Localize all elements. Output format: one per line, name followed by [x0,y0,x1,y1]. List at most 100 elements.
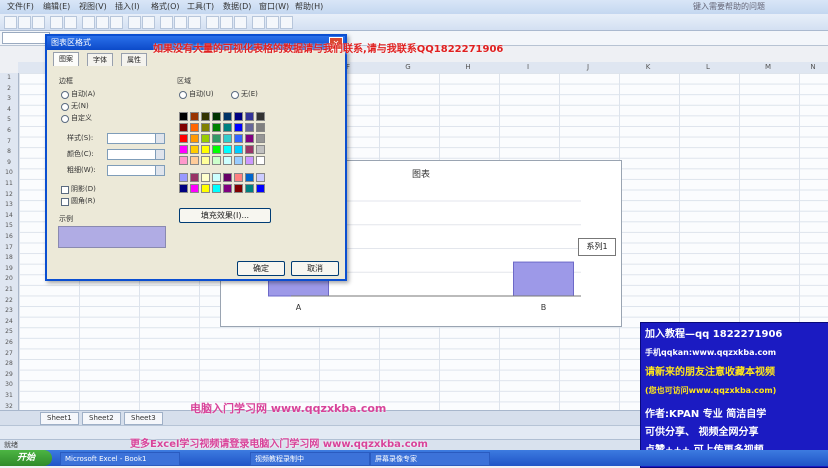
color-swatch[interactable] [179,173,188,182]
menu-insert[interactable]: 插入(I) [112,1,143,13]
color-swatch[interactable] [212,145,221,154]
color-swatch[interactable] [223,145,232,154]
chevron-down-icon[interactable] [155,165,165,176]
row-header[interactable]: 31 [0,391,18,401]
line-style-select[interactable] [107,133,157,144]
color-swatch[interactable] [179,145,188,154]
menu-file[interactable]: 文件(F) [4,1,37,13]
menu-view[interactable]: 视图(V) [76,1,110,13]
color-swatch[interactable] [245,156,254,165]
row-header[interactable]: 18 [0,253,18,263]
bold-icon[interactable] [206,16,219,29]
color-swatch[interactable] [190,145,199,154]
row-header[interactable]: 2 [0,84,18,94]
chevron-down-icon[interactable] [155,149,165,160]
tab-patterns[interactable]: 图案 [53,52,79,66]
sum-icon[interactable] [160,16,173,29]
row-header[interactable]: 23 [0,306,18,316]
color-swatch[interactable] [212,156,221,165]
color-swatch[interactable] [245,112,254,121]
cut-icon[interactable] [82,16,95,29]
color-swatch[interactable] [212,123,221,132]
column-header[interactable]: I [498,62,558,73]
row-header[interactable]: 1 [0,73,18,83]
menu-window[interactable]: 窗口(W) [256,1,292,13]
color-swatch[interactable] [190,173,199,182]
cancel-button[interactable]: 取消 [291,261,339,276]
color-swatch[interactable] [201,134,210,143]
area-auto-radio[interactable] [179,91,187,99]
color-swatch[interactable] [256,173,265,182]
color-swatch[interactable] [245,134,254,143]
name-box[interactable] [2,32,50,44]
menu-help[interactable]: 帮助(H) [292,1,326,13]
row-header[interactable]: 27 [0,349,18,359]
color-swatch[interactable] [212,112,221,121]
color-swatch[interactable] [245,173,254,182]
column-header[interactable]: L [678,62,738,73]
paste-icon[interactable] [110,16,123,29]
taskbar-item[interactable]: 视频教程录制中 [250,452,370,466]
color-swatch[interactable] [223,156,232,165]
chart-legend[interactable]: 系列1 [578,238,616,256]
align-left-icon[interactable] [252,16,265,29]
column-header[interactable]: J [558,62,618,73]
row-header[interactable]: 4 [0,105,18,115]
color-swatch[interactable] [201,184,210,193]
color-swatch[interactable] [256,112,265,121]
italic-icon[interactable] [220,16,233,29]
color-swatch[interactable] [179,156,188,165]
ok-button[interactable]: 确定 [237,261,285,276]
redo-icon[interactable] [142,16,155,29]
chart-wizard-icon[interactable] [188,16,201,29]
row-header[interactable]: 14 [0,211,18,221]
color-swatch[interactable] [179,184,188,193]
fill-effects-button[interactable]: 填充效果(I)... [179,208,271,223]
color-swatch[interactable] [212,184,221,193]
line-color-select[interactable] [107,149,157,160]
align-right-icon[interactable] [280,16,293,29]
border-auto-radio[interactable] [61,91,69,99]
row-header[interactable]: 6 [0,126,18,136]
area-none-radio[interactable] [231,91,239,99]
color-swatch[interactable] [256,184,265,193]
color-swatch[interactable] [256,156,265,165]
row-header[interactable]: 9 [0,158,18,168]
row-header[interactable]: 15 [0,221,18,231]
color-swatch[interactable] [234,134,243,143]
row-header[interactable]: 26 [0,338,18,348]
sort-icon[interactable] [174,16,187,29]
border-none-radio[interactable] [61,103,69,111]
color-swatch[interactable] [245,184,254,193]
column-header[interactable]: G [378,62,438,73]
row-header[interactable]: 21 [0,285,18,295]
shadow-checkbox[interactable] [61,186,69,194]
color-swatch[interactable] [256,145,265,154]
menu-data[interactable]: 数据(D) [220,1,254,13]
tab-font[interactable]: 字体 [87,53,113,66]
color-swatch[interactable] [223,112,232,121]
row-header[interactable]: 29 [0,370,18,380]
underline-icon[interactable] [234,16,247,29]
color-swatch[interactable] [212,173,221,182]
color-swatch[interactable] [234,184,243,193]
color-swatch[interactable] [234,123,243,132]
row-header[interactable]: 7 [0,137,18,147]
color-swatch[interactable] [190,112,199,121]
menu-format[interactable]: 格式(O) [148,1,183,13]
help-search-box[interactable]: 键入需要帮助的问题 [690,1,768,13]
color-swatch[interactable] [223,173,232,182]
color-swatch[interactable] [201,173,210,182]
border-custom-radio[interactable] [61,115,69,123]
chevron-down-icon[interactable] [155,133,165,144]
color-swatch[interactable] [223,184,232,193]
color-swatch[interactable] [234,173,243,182]
column-header[interactable]: N [798,62,828,73]
sheet-tab-3[interactable]: Sheet3 [124,412,163,425]
row-header[interactable]: 17 [0,243,18,253]
tab-properties[interactable]: 属性 [121,53,147,66]
color-swatch[interactable] [179,134,188,143]
chart-bar[interactable] [513,261,574,297]
menu-edit[interactable]: 编辑(E) [40,1,73,13]
row-header[interactable]: 13 [0,200,18,210]
